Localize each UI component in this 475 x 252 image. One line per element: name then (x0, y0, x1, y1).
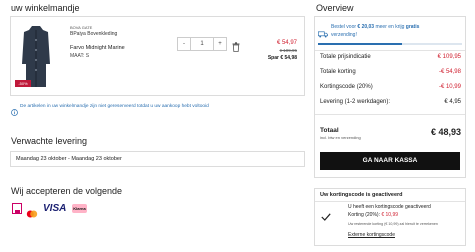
quantity-input[interactable]: 1 (191, 37, 213, 51)
total-value: € 48,93 (430, 127, 461, 137)
delivery-box: Maandag 23 oktober - Maandag 23 oktober (10, 151, 305, 167)
row-delivery-value: € 4,95 (444, 99, 461, 105)
discount-card: Uw kortingscode is geactiveerd U heeft e… (314, 188, 466, 246)
item-old-price: € 109,95 (279, 48, 297, 53)
klarna-icon: Klarna (72, 204, 87, 213)
info-icon (11, 103, 18, 116)
free-shipping-promo: Bestel voor € 20,03 meer en krijg gratis… (331, 24, 420, 38)
row-total-price-value: € 109,95 (437, 54, 461, 60)
discount-line1: U heeft een kortingscode geactiveerd (348, 204, 431, 210)
shipping-progress-track (318, 43, 462, 45)
item-price: € 54,97 (276, 40, 297, 46)
delivery-dates: Maandag 23 oktober - Maandag 23 oktober (16, 156, 122, 162)
ideal-icon (12, 203, 22, 214)
decrease-quantity-button[interactable]: - (177, 37, 191, 51)
product-name[interactable]: Farvo Midnight Marine (70, 45, 125, 51)
product-image[interactable]: -50% (15, 24, 53, 90)
checkout-button[interactable]: GA NAAR KASSA (320, 152, 460, 170)
product-subtitle[interactable]: BPaiya Bovenkleding (70, 31, 117, 37)
payments-title: Wij accepteren de volgende (11, 186, 123, 196)
cart-item-card: -50% BOVA GATE BPaiya Bovenkleding Farvo… (10, 16, 305, 96)
external-discount-link[interactable]: Externe kortingscode (348, 232, 395, 238)
row-delivery-label: Levering (1-2 werkdagen): (320, 99, 391, 105)
reservation-notice: De artikelen in uw winkelmandje zijn nie… (20, 104, 209, 109)
total-sublabel: incl. btw en verzending (320, 135, 361, 140)
row-total-discount-label: Totale korting (320, 69, 356, 75)
shipping-progress-fill (318, 43, 402, 45)
visa-icon: VISA (43, 203, 67, 214)
row-discount-code-value: -€ 10,99 (438, 84, 461, 90)
increase-quantity-button[interactable]: + (213, 37, 227, 51)
trash-icon[interactable] (232, 39, 240, 52)
discount-title: Uw kortingscode is geactiveerd (320, 192, 403, 198)
discount-small-note: Uw resterende korting (€ 10,99) zal hier… (348, 222, 438, 226)
cart-title: uw winkelmandje (11, 3, 80, 13)
overview-card: Bestel voor € 20,03 meer en krijg gratis… (314, 16, 466, 178)
checkmark-icon (321, 208, 331, 221)
discount-line2: Korting (20%): € 10,99 (348, 212, 399, 218)
product-brand: BOVA GATE (70, 25, 93, 30)
item-savings: Spar € 54,98 (267, 55, 297, 61)
row-total-price-label: Totale prijsindicatie (320, 54, 371, 60)
discount-badge: -50% (15, 80, 31, 87)
overview-title: Overview (316, 3, 354, 13)
truck-icon (317, 25, 328, 38)
total-label: Totaal (320, 127, 339, 134)
mastercard-icon (26, 205, 38, 218)
payment-methods: VISA Klarna (10, 202, 100, 218)
row-discount-code-label: Kortingscode (20%) (320, 84, 373, 90)
row-total-discount-value: -€ 54,98 (438, 69, 461, 75)
delivery-title: Verwachte levering (11, 136, 88, 146)
product-size: MAAT: S (70, 53, 90, 59)
